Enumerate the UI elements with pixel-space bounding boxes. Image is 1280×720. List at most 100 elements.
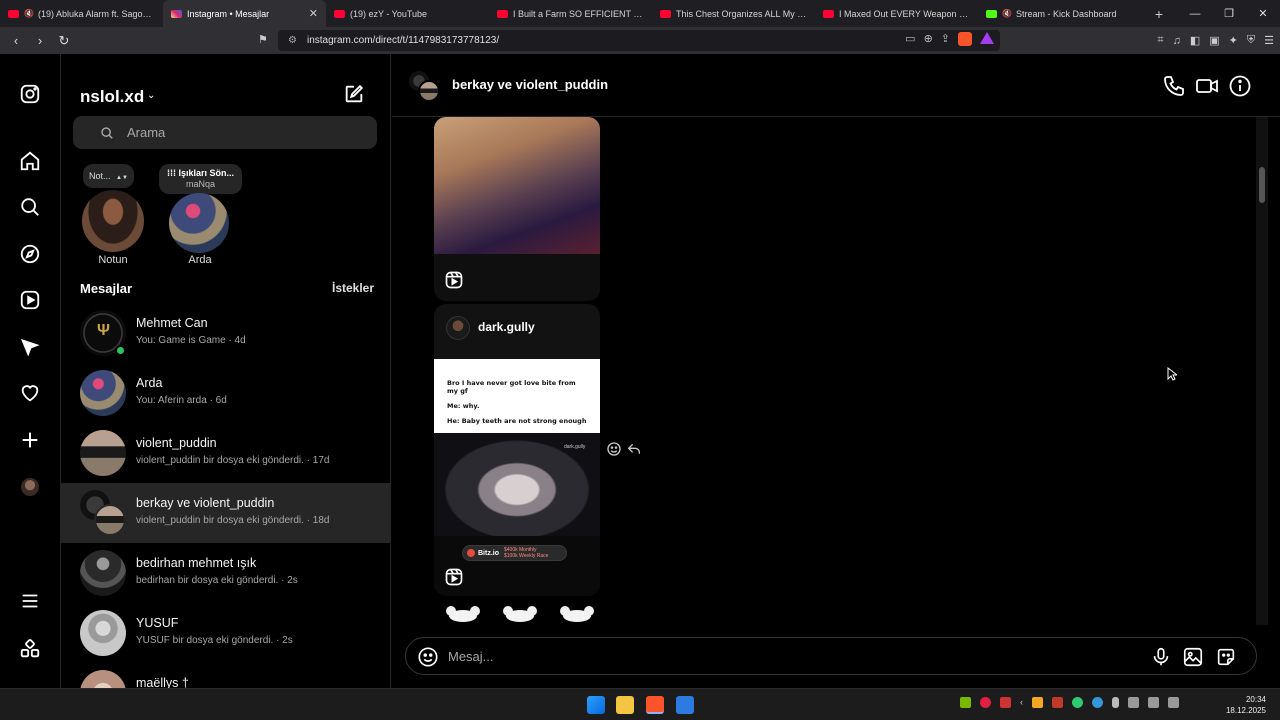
phone-call-icon[interactable]	[1162, 74, 1186, 98]
reload-icon[interactable]: ↻	[54, 31, 74, 51]
conversation-item-selected[interactable]: berkay ve violent_puddin violent_puddin …	[61, 483, 390, 543]
requests-link[interactable]: İstekler	[332, 281, 374, 295]
vpn-icon[interactable]: ⛨	[1247, 34, 1255, 47]
back-icon[interactable]: ‹	[6, 31, 26, 51]
reels-icon[interactable]	[18, 288, 42, 312]
leo-ai-icon[interactable]: ✦	[1229, 34, 1238, 47]
volume-icon[interactable]	[1148, 697, 1159, 708]
explore-icon[interactable]	[18, 242, 42, 266]
note-subtext: maNqa	[186, 179, 216, 189]
chat-title[interactable]: berkay ve violent_puddin	[452, 77, 608, 92]
avatar[interactable]	[82, 190, 144, 252]
zoom-icon[interactable]: ⊕	[924, 32, 933, 46]
brave-browser-icon[interactable]	[646, 696, 664, 714]
sticker-image[interactable]	[557, 606, 597, 622]
reel-thumbnail[interactable]	[434, 117, 600, 254]
system-clock[interactable]: 20:34 18.12.2025	[1226, 694, 1266, 716]
menu-icon[interactable]: ☰	[1264, 34, 1274, 47]
media-icon[interactable]: ♫	[1173, 35, 1181, 47]
photos-app-icon[interactable]	[676, 696, 694, 714]
notifications-heart-icon[interactable]	[18, 381, 42, 405]
react-emoji-icon[interactable]	[606, 441, 622, 457]
post-username[interactable]: dark.gully	[478, 320, 535, 334]
also-from-meta-icon[interactable]	[18, 637, 42, 661]
tab-youtube-farm[interactable]: I Built a Farm SO EFFICIENT It Broke	[489, 0, 652, 27]
more-menu-icon[interactable]	[18, 589, 42, 613]
app-tray-icon[interactable]	[1052, 697, 1063, 708]
close-window-icon[interactable]: ✕	[1246, 0, 1280, 27]
brave-rewards-icon[interactable]	[980, 32, 994, 44]
meme-text-panel[interactable]: Bro I have never got love bite from my g…	[434, 359, 600, 433]
sidebar-toggle-icon[interactable]: ◧	[1190, 34, 1200, 47]
create-plus-icon[interactable]	[18, 428, 42, 452]
tab-youtube-chest[interactable]: This Chest Organizes ALL My Items	[652, 0, 815, 27]
address-bar[interactable]: ⚙ instagram.com/direct/t/114798317377812…	[278, 30, 1000, 51]
avatar[interactable]	[169, 193, 229, 253]
app-tray-icon[interactable]	[1072, 697, 1083, 708]
conversation-item[interactable]: violent_puddin violent_puddin bir dosya …	[61, 423, 390, 483]
search-icon[interactable]	[18, 195, 42, 219]
tab-youtube-ezy[interactable]: (19) ezY - YouTube	[326, 0, 489, 27]
message-input[interactable]: Mesaj...	[405, 637, 1257, 675]
close-tab-icon[interactable]: ✕	[309, 7, 318, 20]
sticker-image[interactable]	[500, 606, 540, 622]
wallet-icon[interactable]: ▣	[1209, 34, 1219, 47]
scrollbar-thumb[interactable]	[1259, 167, 1265, 203]
site-settings-icon[interactable]: ⚙	[288, 35, 297, 46]
shared-reel-message[interactable]	[434, 117, 600, 301]
muted-speaker-icon[interactable]: 🔇	[1002, 9, 1012, 18]
minimize-icon[interactable]: —	[1178, 0, 1212, 27]
profile-avatar[interactable]	[18, 475, 42, 499]
conversation-item[interactable]: bedirhan mehmet ışık bedirhan bir dosya …	[61, 543, 390, 603]
app-tray-icon[interactable]	[1032, 697, 1043, 708]
instagram-logo-icon[interactable]	[18, 82, 42, 106]
tab-youtube-weapon[interactable]: I Maxed Out EVERY Weapon in Mine	[815, 0, 978, 27]
conversation-item[interactable]: Ψ Mehmet Can You: Game is Game · 4d	[61, 303, 390, 363]
microphone-icon[interactable]	[1150, 646, 1172, 668]
home-icon[interactable]	[18, 149, 42, 173]
battery-icon[interactable]	[1168, 697, 1179, 708]
conversation-item[interactable]: Arda You: Aferin arda · 6d	[61, 363, 390, 423]
youtube-icon	[660, 9, 671, 18]
chevron-left-icon[interactable]: ‹	[1020, 697, 1023, 708]
cast-icon[interactable]: ▭	[905, 32, 915, 46]
chevron-down-icon[interactable]: ⌄	[147, 90, 155, 101]
account-name[interactable]: nslol.xd	[80, 87, 144, 107]
shared-post-header[interactable]: dark.gully	[434, 304, 600, 360]
info-icon[interactable]	[1228, 74, 1252, 98]
microphone-icon[interactable]	[1112, 697, 1119, 708]
muted-speaker-icon[interactable]: 🔇	[24, 9, 34, 18]
share-icon[interactable]: ⇪	[941, 32, 950, 46]
image-upload-icon[interactable]	[1182, 646, 1204, 668]
messages-icon[interactable]	[18, 335, 42, 359]
brave-shields-icon[interactable]	[958, 32, 972, 46]
sticker-icon[interactable]	[1215, 646, 1237, 668]
conversation-item[interactable]: YUSUF YUSUF bir dosya eki gönderdi. · 2s	[61, 603, 390, 663]
video-call-icon[interactable]	[1195, 74, 1219, 98]
new-tab-button[interactable]: +	[1149, 6, 1169, 22]
avatar	[80, 370, 126, 416]
windows-start-icon[interactable]	[587, 696, 605, 714]
app-tray-icon[interactable]	[1092, 697, 1103, 708]
group-avatar[interactable]	[409, 71, 441, 103]
tab-youtube-abluka[interactable]: 🔇 (19) Abluka Alarm ft. Sagopa Kaj	[0, 0, 163, 27]
sticker-image[interactable]	[443, 606, 483, 622]
network-icon[interactable]	[1128, 697, 1139, 708]
emoji-icon[interactable]	[417, 646, 439, 668]
nvidia-icon[interactable]	[960, 697, 971, 708]
screenshot-icon[interactable]: ⌗	[1157, 34, 1163, 47]
note-bubble[interactable]: ⁞⁞⁞ Işıkları Sön... maNqa	[159, 164, 243, 194]
note-bubble[interactable]: Not... ▲▼	[83, 164, 134, 188]
search-input[interactable]: Arama	[73, 116, 377, 149]
tab-instagram[interactable]: Instagram • Mesajlar ✕	[163, 0, 326, 27]
forward-icon[interactable]: ›	[30, 31, 50, 51]
bookmark-icon[interactable]: ⚑	[258, 33, 268, 46]
conversation-item[interactable]: maëllys †	[61, 663, 390, 688]
compose-message-icon[interactable]	[343, 83, 365, 110]
app-tray-icon[interactable]	[980, 697, 991, 708]
app-tray-icon[interactable]	[1000, 697, 1011, 708]
tab-kick[interactable]: 🔇 Stream - Kick Dashboard	[978, 0, 1141, 27]
maximize-icon[interactable]: ❐	[1212, 0, 1246, 27]
reply-arrow-icon[interactable]	[626, 441, 642, 457]
file-explorer-icon[interactable]	[616, 696, 634, 714]
